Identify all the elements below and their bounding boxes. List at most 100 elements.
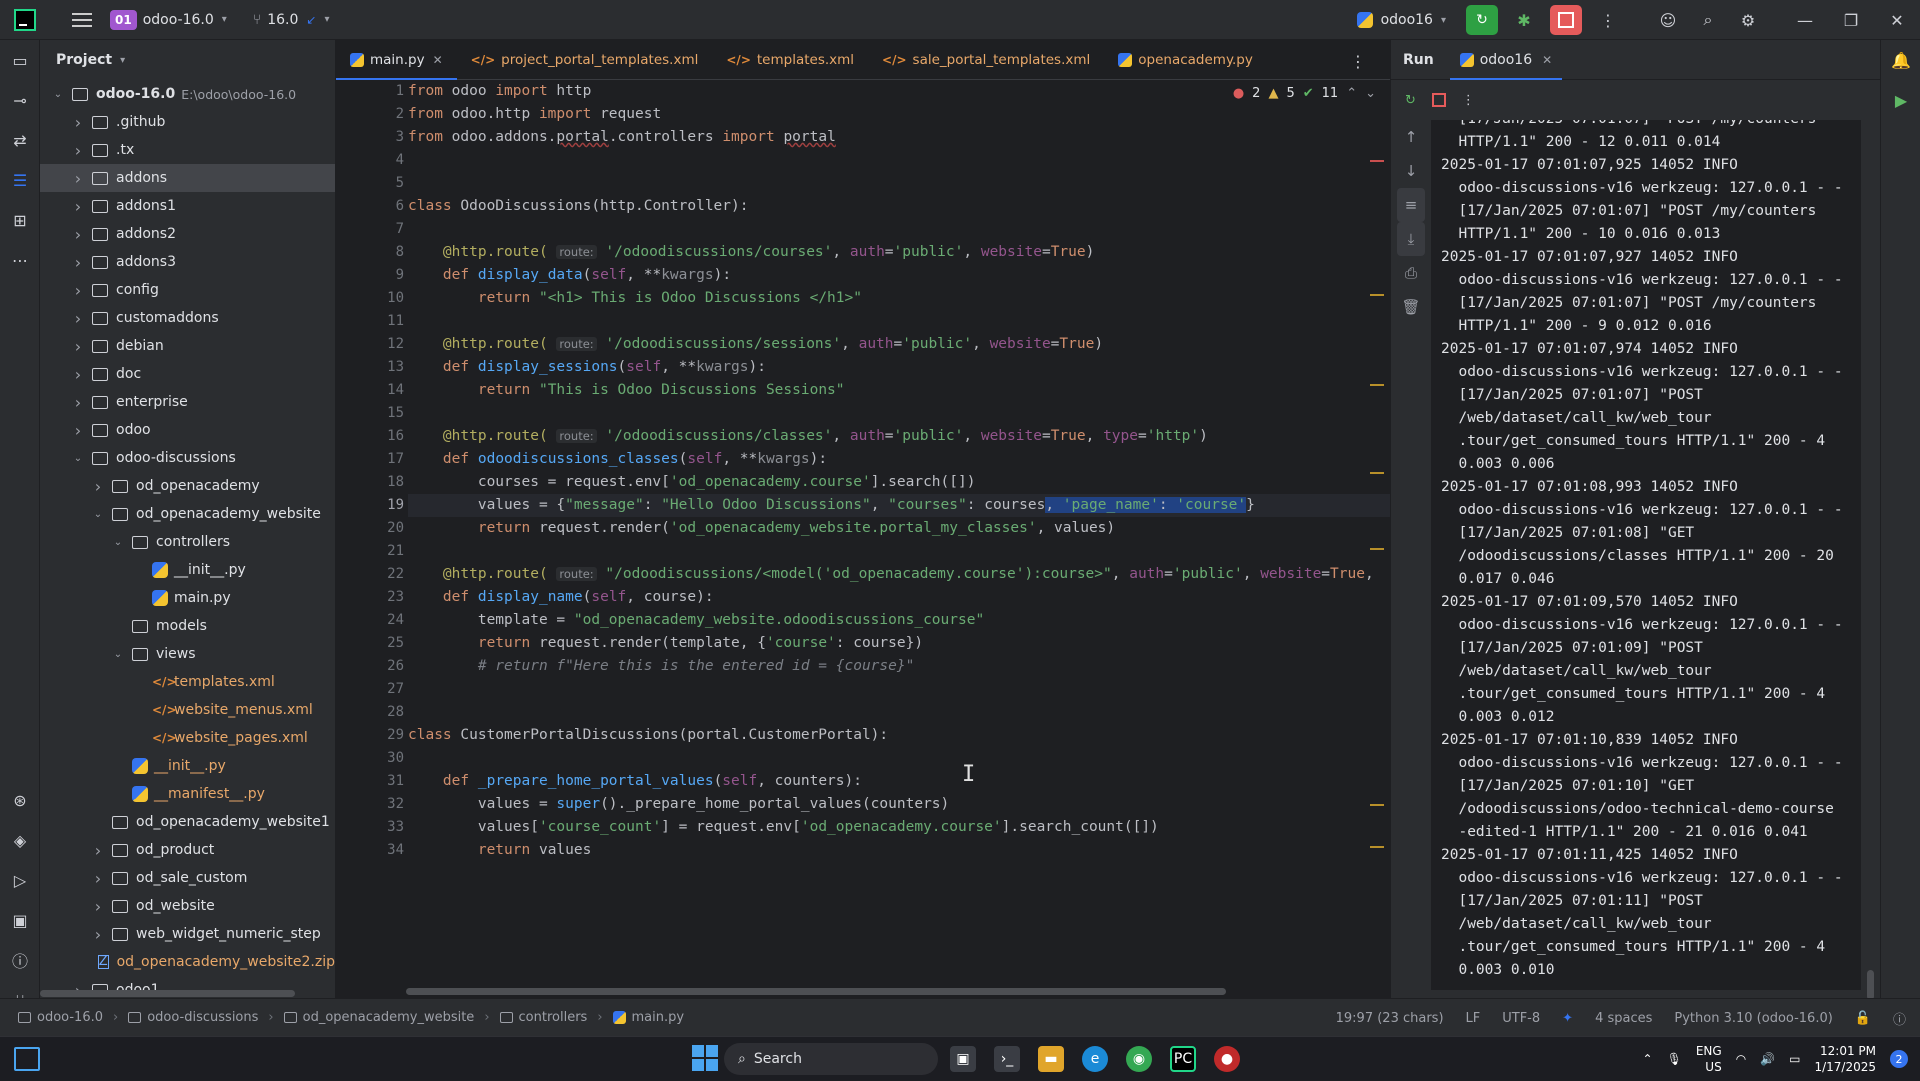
tree-item[interactable]: od_openacademy_website1 [40,808,335,836]
add-user-icon[interactable]: ☺ [1648,11,1688,30]
line-number[interactable]: 13 [336,356,404,379]
volume-icon[interactable]: 🔊 [1760,1052,1775,1066]
console-scrollbar[interactable] [1867,970,1874,1000]
close-tab-icon[interactable]: ✕ [433,53,443,67]
breadcrumb-item[interactable]: main.py [632,1010,685,1025]
tree-item[interactable]: </> templates.xml [40,668,335,696]
chevron-right-icon[interactable]: › [70,225,86,244]
tree-item[interactable]: › doc [40,360,335,388]
chevron-right-icon[interactable]: › [70,421,86,440]
line-number[interactable]: 10 [336,287,404,310]
warning-stripe-marker[interactable] [1370,294,1384,296]
battery-icon[interactable]: ▭ [1789,1052,1800,1066]
problems-icon[interactable]: ⓘ [0,940,40,980]
scroll-down-icon[interactable]: ↓ [1391,154,1431,188]
chevron-right-icon[interactable]: › [70,309,86,328]
more-options-icon[interactable]: ⋮ [1462,93,1475,108]
line-number[interactable]: 11 [336,310,404,333]
project-panel-header[interactable]: Project ▾ [40,40,335,80]
notification-badge[interactable]: 2 [1890,1050,1908,1068]
tree-item[interactable]: › addons [40,164,335,192]
rerun-button[interactable]: ↻ [1466,5,1498,35]
help-icon[interactable]: ⓘ [1893,1009,1906,1028]
line-separator[interactable]: LF [1466,1011,1481,1026]
settings-gear-icon[interactable]: ⚙ [1728,11,1768,30]
chevron-right-icon[interactable]: › [70,253,86,272]
chevron-right-icon[interactable]: › [90,869,106,888]
line-number[interactable]: 14 [336,379,404,402]
tree-item[interactable]: › customaddons [40,304,335,332]
line-number[interactable]: 18 [336,471,404,494]
line-number[interactable]: 32 [336,793,404,816]
wifi-icon[interactable]: ◠ [1736,1052,1746,1066]
minimize-icon[interactable]: — [1782,11,1828,30]
tree-item[interactable]: › addons3 [40,248,335,276]
line-number[interactable]: 8 [336,241,404,264]
tree-item[interactable]: __init__.py [40,556,335,584]
commit-icon[interactable]: ⊸ [0,80,40,120]
chevron-right-icon[interactable]: › [70,337,86,356]
chevron-right-icon[interactable]: › [90,897,106,916]
run-tab-odoo16[interactable]: odoo16 ✕ [1449,40,1563,80]
close-icon[interactable]: ✕ [1874,11,1920,30]
console-output[interactable]: [17/Jan/2025 07:01:07] "POST /my/counter… [1431,120,1861,990]
chevron-right-icon[interactable]: › [90,925,106,944]
services-icon[interactable]: ▷ [0,860,40,900]
code-lines[interactable]: from odoo import http from odoo.http imp… [408,80,1408,862]
run-config-selector[interactable]: odoo16 ▾ [1356,12,1446,28]
pycharm-app-icon[interactable]: PC [1170,1046,1196,1072]
chevron-right-icon[interactable]: › [70,113,86,132]
line-number[interactable]: 4 [336,149,404,172]
breadcrumb-item[interactable]: od_openacademy_website [303,1010,475,1025]
tree-item[interactable]: › od_sale_custom [40,864,335,892]
editor-tab[interactable]: </> templates.xml [712,40,868,80]
editor-tab[interactable]: </> sale_portal_templates.xml [868,40,1104,80]
run-toolwindow-icon[interactable]: ▶ [1881,80,1920,120]
tree-item[interactable]: › .github [40,108,335,136]
tree-item[interactable]: › debian [40,332,335,360]
tree-item[interactable]: › od_product [40,836,335,864]
tree-item[interactable]: › odoo [40,416,335,444]
line-number[interactable]: 9 [336,264,404,287]
line-number[interactable]: 33 [336,816,404,839]
line-number[interactable]: 27 [336,678,404,701]
editor-tab[interactable]: main.py ✕ [336,40,457,80]
chrome-browser-icon[interactable]: ◉ [1126,1046,1152,1072]
line-number[interactable]: 34 [336,839,404,862]
branch-switcher[interactable]: ⑂ 16.0 ↙ ▾ [227,12,330,28]
line-number[interactable]: 1 [336,80,404,103]
tree-item[interactable]: </> website_pages.xml [40,724,335,752]
tree-item[interactable]: ⌄ controllers [40,528,335,556]
breadcrumb-item[interactable]: controllers [519,1010,588,1025]
tree-item[interactable]: › od_openacademy [40,472,335,500]
notifications-icon[interactable]: 🔔 [1881,40,1920,80]
widgets-icon[interactable] [14,1047,40,1071]
taskbar-search[interactable]: ⌕ Search [724,1043,938,1075]
pull-requests-icon[interactable]: ⇄ [0,120,40,160]
more-tools-icon[interactable]: ⋯ [0,240,40,280]
recording-app-icon[interactable]: ● [1214,1046,1240,1072]
editor-tab[interactable]: </> project_portal_templates.xml [457,40,713,80]
chevron-right-icon[interactable]: › [90,841,106,860]
python-packages-icon[interactable]: ⊛ [0,780,40,820]
chevron-right-icon[interactable]: › [70,393,86,412]
scroll-to-end-icon[interactable]: ⤓ [1397,222,1425,256]
clock[interactable]: 12:01 PM 1/17/2025 [1814,1043,1876,1075]
structure-icon[interactable]: ☰ [0,160,40,200]
project-tree-hscrollbar[interactable] [40,990,295,997]
warning-stripe-marker[interactable] [1370,804,1384,806]
tree-item[interactable]: ⌄ od_openacademy_website [40,500,335,528]
tree-item[interactable]: › addons2 [40,220,335,248]
code-area[interactable]: 1 2 3 4 5 6 7 8 9 10 11 12 13 14 15 16 17 18 19 20 21 22 23 24 2… [336,80,1408,960]
ai-assistant-icon[interactable]: ✦ [1562,1011,1573,1026]
line-number[interactable]: 22 [336,563,404,586]
python-interpreter[interactable]: Python 3.10 (odoo-16.0) [1674,1011,1832,1026]
tree-item[interactable]: ⌄ views [40,640,335,668]
file-explorer-icon[interactable]: ▬ [1038,1046,1064,1072]
line-number[interactable]: 28 [336,701,404,724]
debug-icon[interactable]: ✱ [1504,11,1544,30]
indent-setting[interactable]: 4 spaces [1595,1011,1652,1026]
chevron-right-icon[interactable]: › [70,365,86,384]
line-number[interactable]: 5 [336,172,404,195]
chevron-right-icon[interactable]: › [70,141,86,160]
